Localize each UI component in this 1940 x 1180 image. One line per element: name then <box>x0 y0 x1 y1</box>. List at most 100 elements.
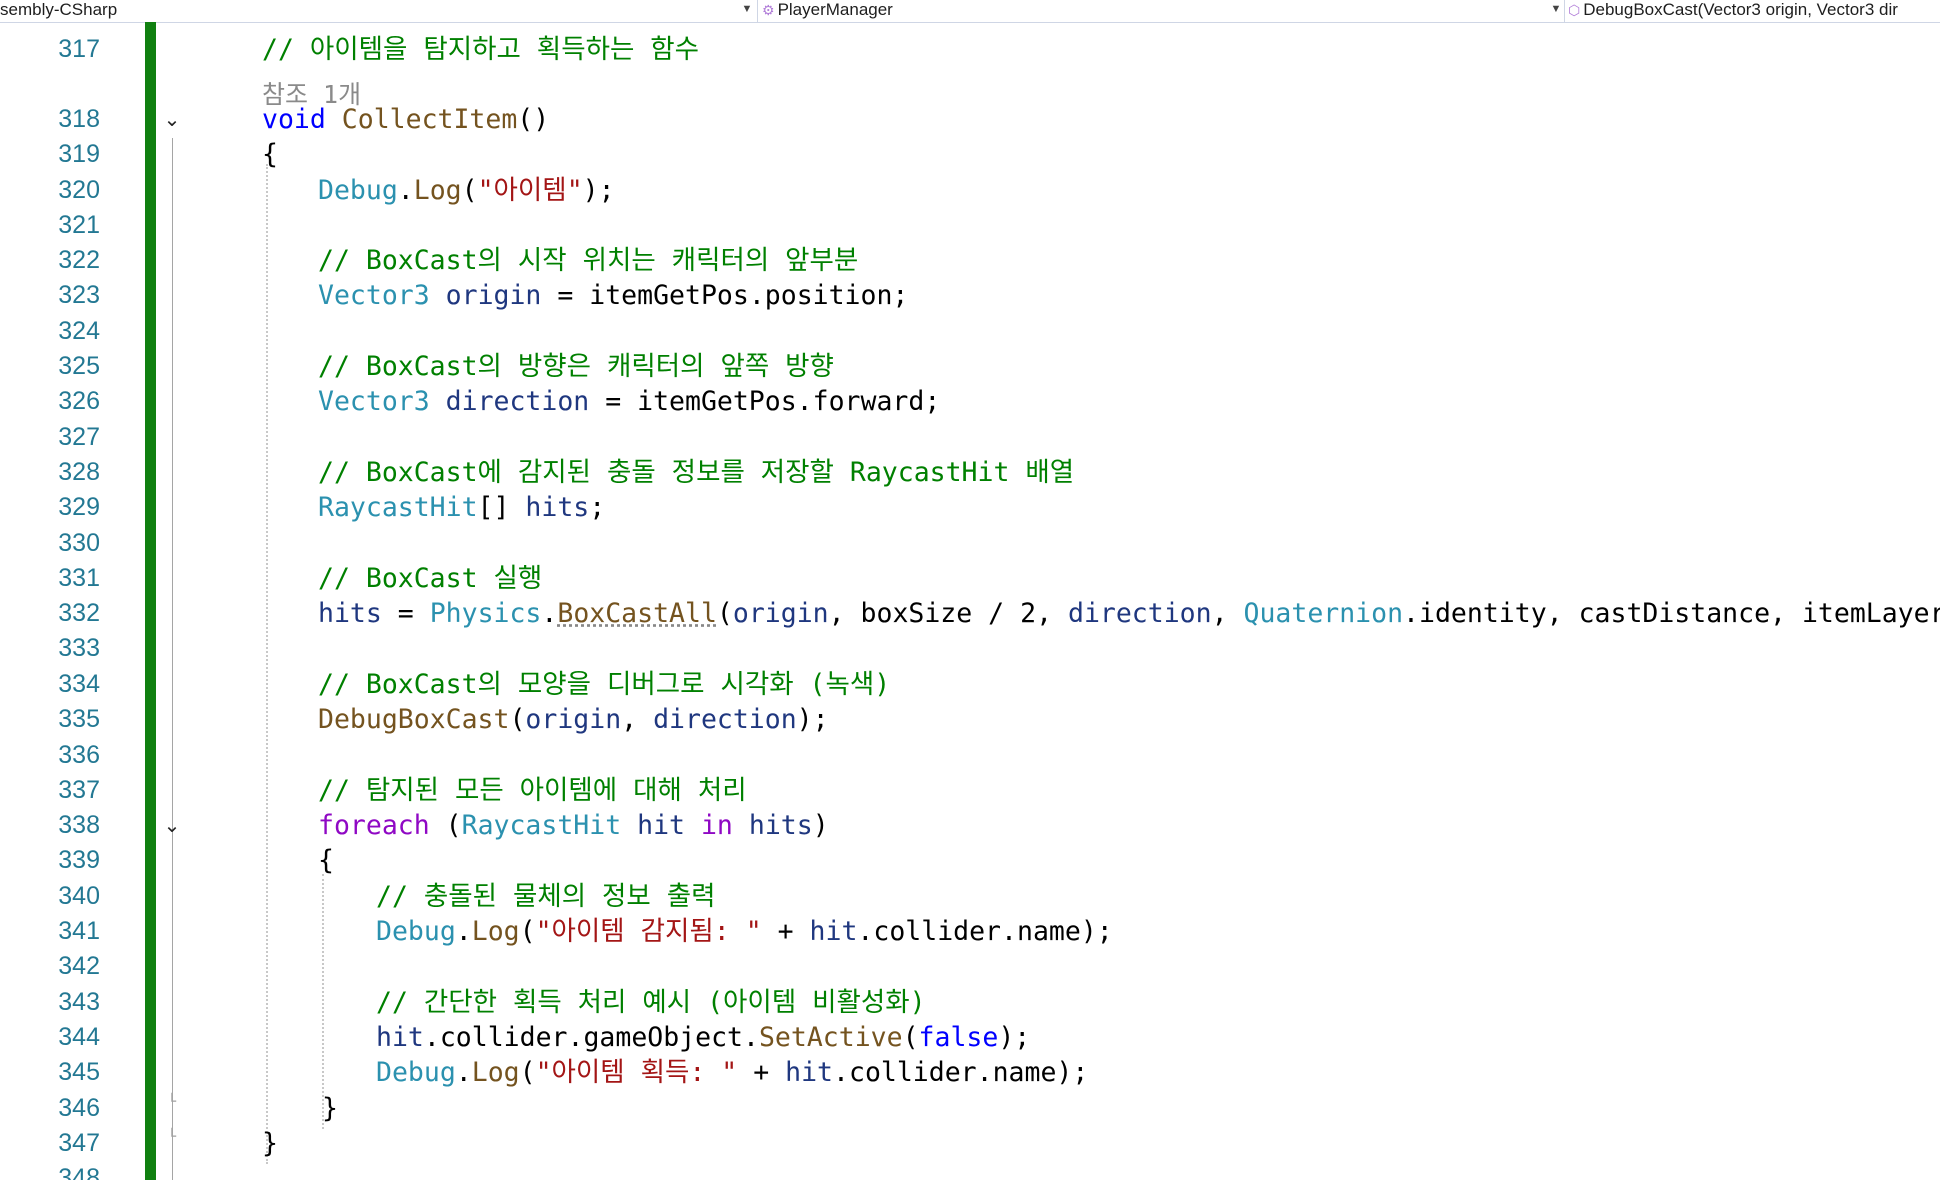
class-dropdown[interactable]: ⚙ PlayerManager <box>762 0 1562 22</box>
code-line[interactable]: 336 <box>0 738 1940 773</box>
code-text[interactable]: // BoxCast의 모양을 디버그로 시각화 (녹색) <box>318 667 890 702</box>
code-token: ( <box>429 810 462 841</box>
code-text[interactable]: hits = Physics.BoxCastAll(origin, boxSiz… <box>318 596 1940 631</box>
code-token: "아이템 감지됨: " <box>535 916 762 947</box>
code-line[interactable]: 338 ⌄ foreach (RaycastHit hit in hits) <box>0 808 1940 843</box>
code-token: hits <box>525 492 590 523</box>
code-line[interactable]: 332 hits = Physics.BoxCastAll(origin, box… <box>0 596 1940 631</box>
code-line[interactable]: 340 // 충돌된 물체의 정보 출력 <box>0 879 1940 914</box>
code-text[interactable]: RaycastHit[] hits; <box>318 490 605 525</box>
code-token: . <box>455 916 472 947</box>
code-text[interactable]: Vector3 origin = itemGetPos.position; <box>318 278 908 313</box>
code-line[interactable]: 339 { <box>0 843 1940 878</box>
code-text[interactable]: // BoxCast의 시작 위치는 캐릭터의 앞부분 <box>318 243 858 278</box>
code-token: + <box>761 916 810 947</box>
code-token: . <box>1403 598 1420 629</box>
code-text[interactable]: } <box>262 1126 278 1161</box>
code-line[interactable]: 348 <box>0 1161 1940 1180</box>
code-token: ; <box>924 386 941 417</box>
code-token: . <box>1001 916 1017 947</box>
code-text[interactable]: // BoxCast의 방향은 캐릭터의 앞쪽 방향 <box>318 349 834 384</box>
class-dropdown-arrow-icon[interactable]: ▼ <box>1549 0 1563 22</box>
code-line[interactable]: 328 // BoxCast에 감지된 충돌 정보를 저장할 RaycastHit… <box>0 455 1940 490</box>
line-number: 334 <box>58 670 100 698</box>
code-line[interactable]: 318 ⌄ void CollectItem() <box>0 102 1940 137</box>
code-text[interactable]: DebugBoxCast(origin, direction); <box>318 702 829 737</box>
code-text[interactable]: { <box>318 843 334 878</box>
code-token: , <box>828 598 861 629</box>
code-text[interactable]: void CollectItem() <box>262 102 549 137</box>
code-line[interactable]: 347 └} <box>0 1126 1940 1161</box>
code-text[interactable]: { <box>262 137 278 172</box>
code-text[interactable]: // 충돌된 물체의 정보 출력 <box>376 879 716 914</box>
nav-divider <box>1564 0 1565 22</box>
code-text[interactable]: foreach (RaycastHit hit in hits) <box>318 808 829 843</box>
code-token: = <box>589 386 638 417</box>
code-token: // 충돌된 물체의 정보 출력 <box>376 881 716 912</box>
code-token: "아이템 획득: " <box>535 1057 738 1088</box>
code-text[interactable]: hit.collider.gameObject.SetActive(false)… <box>376 1020 1030 1055</box>
code-line[interactable]: 321 <box>0 208 1940 243</box>
code-line[interactable]: 331 // BoxCast 실행 <box>0 561 1940 596</box>
code-token: ( <box>519 916 536 947</box>
code-line[interactable]: 325 // BoxCast의 방향은 캐릭터의 앞쪽 방향 <box>0 349 1940 384</box>
code-line[interactable]: 335 DebugBoxCast(origin, direction); <box>0 702 1940 737</box>
collapse-chevron-icon[interactable]: ⌄ <box>158 102 186 137</box>
code-token: identity <box>1419 598 1547 629</box>
code-line[interactable]: 346 └} <box>0 1091 1940 1126</box>
fold-end-marker: └ <box>167 1129 177 1145</box>
code-line[interactable]: 320 Debug.Log("아이템"); <box>0 173 1940 208</box>
code-line[interactable]: 337 // 탐지된 모든 아이템에 대해 처리 <box>0 773 1940 808</box>
code-token: castDistance <box>1578 598 1771 629</box>
code-text[interactable]: // 아이템을 탐지하고 획득하는 함수 <box>262 32 699 67</box>
code-text[interactable]: } <box>322 1091 338 1126</box>
code-editor[interactable]: 참조 1개 317// 아이템을 탐지하고 획득하는 함수 318 ⌄ void Co… <box>0 22 1940 1180</box>
code-token: ( <box>902 1022 919 1053</box>
code-text[interactable]: Debug.Log("아이템 감지됨: " + hit.collider.nam… <box>376 914 1113 949</box>
code-line[interactable]: 319 { <box>0 137 1940 172</box>
project-dropdown-arrow-icon[interactable]: ▼ <box>740 0 754 22</box>
code-line[interactable]: 343 // 간단한 획득 처리 예시 (아이템 비활성화) <box>0 985 1940 1020</box>
code-line[interactable]: 327 <box>0 420 1940 455</box>
code-line[interactable]: 317 // 아이템을 탐지하고 획득하는 함수 <box>0 32 1940 67</box>
code-text[interactable]: Debug.Log("아이템"); <box>318 173 615 208</box>
project-dropdown[interactable]: sembly-CSharp <box>0 0 755 22</box>
code-text[interactable]: Debug.Log("아이템 획득: " + hit.collider.name… <box>376 1055 1088 1090</box>
code-token: . <box>541 598 558 629</box>
code-line[interactable]: 342 <box>0 949 1940 984</box>
code-token: ( <box>461 175 478 206</box>
code-text[interactable]: // 간단한 획득 처리 예시 (아이템 비활성화) <box>376 985 926 1020</box>
line-number: 343 <box>58 988 100 1016</box>
line-number: 339 <box>58 846 100 874</box>
code-line[interactable]: 326 Vector3 direction = itemGetPos.forwar… <box>0 384 1940 419</box>
code-text[interactable]: // 탐지된 모든 아이템에 대해 처리 <box>318 773 747 808</box>
code-text[interactable]: // BoxCast 실행 <box>318 561 542 596</box>
code-token: SetActive <box>758 1022 903 1053</box>
line-number: 329 <box>58 493 100 521</box>
code-token: . <box>397 175 414 206</box>
line-number: 338 <box>58 811 100 839</box>
code-token: { <box>318 845 334 876</box>
line-number: 321 <box>58 211 100 239</box>
code-line[interactable]: 324 <box>0 314 1940 349</box>
code-line[interactable]: 330 <box>0 526 1940 561</box>
code-line[interactable]: 329 RaycastHit[] hits; <box>0 490 1940 525</box>
code-token: ; <box>892 280 909 311</box>
code-token: ); <box>1080 916 1113 947</box>
code-token: in <box>700 810 733 841</box>
collapse-chevron-icon[interactable]: ⌄ <box>158 808 186 843</box>
code-line[interactable]: 323 Vector3 origin = itemGetPos.position; <box>0 278 1940 313</box>
code-line[interactable]: 322 // BoxCast의 시작 위치는 캐릭터의 앞부분 <box>0 243 1940 278</box>
code-text[interactable]: // BoxCast에 감지된 충돌 정보를 저장할 RaycastHit 배열 <box>318 455 1074 490</box>
navigation-bar: sembly-CSharp ▼ ⚙ PlayerManager ▼ ⬡ DebugB… <box>0 0 1940 23</box>
code-token: forward <box>812 386 925 417</box>
code-token: foreach <box>318 810 430 841</box>
code-line[interactable]: 344 hit.collider.gameObject.SetActive(fal… <box>0 1020 1940 1055</box>
member-dropdown[interactable]: ⬡ DebugBoxCast(Vector3 origin, Vector3 di… <box>1568 0 1940 22</box>
code-line[interactable]: 334 // BoxCast의 모양을 디버그로 시각화 (녹색) <box>0 667 1940 702</box>
code-line[interactable]: 345 Debug.Log("아이템 획득: " + hit.collider.n… <box>0 1055 1940 1090</box>
code-line[interactable]: 333 <box>0 631 1940 666</box>
code-text[interactable]: Vector3 direction = itemGetPos.forward; <box>318 384 940 419</box>
code-line[interactable]: 341 Debug.Log("아이템 감지됨: " + hit.collider.… <box>0 914 1940 949</box>
